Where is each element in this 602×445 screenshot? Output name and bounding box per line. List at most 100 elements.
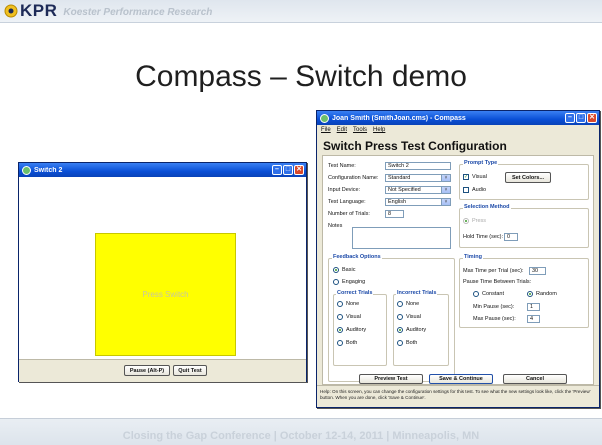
- maximize-icon[interactable]: □: [576, 113, 586, 123]
- visual-checkbox[interactable]: ✓ Visual: [463, 174, 487, 180]
- menu-file[interactable]: File: [321, 127, 331, 133]
- constant-radio[interactable]: Constant: [473, 291, 504, 297]
- press-switch-target[interactable]: Press Switch: [95, 233, 236, 356]
- menu-edit[interactable]: Edit: [337, 127, 347, 133]
- incorrect-both-radio[interactable]: Both: [397, 340, 417, 346]
- selection-method-group: [459, 208, 589, 248]
- max-pause-input[interactable]: 4: [527, 315, 540, 323]
- incorrect-auditory-radio[interactable]: Auditory: [397, 327, 426, 333]
- press-radio[interactable]: Press: [463, 218, 486, 224]
- incorrect-trials-title: Incorrect Trials: [396, 290, 438, 296]
- close-icon[interactable]: ✕: [587, 113, 597, 123]
- input-device-value: Not Specified: [388, 187, 421, 193]
- correct-visual-radio[interactable]: Visual: [337, 314, 361, 320]
- notes-textarea[interactable]: [352, 227, 451, 249]
- app-icon: [320, 113, 329, 123]
- pause-between-label: Pause Time Between Trials:: [463, 279, 532, 285]
- radio-icon: [397, 340, 403, 346]
- audio-checkbox-label: Audio: [472, 187, 487, 193]
- test-language-select[interactable]: English ˅: [385, 198, 451, 206]
- compass-window: Joan Smith (SmithJoan.cms) - Compass – □…: [316, 110, 600, 408]
- config-panel: Test Name: Switch 2 Configuration Name: …: [322, 155, 594, 385]
- radio-selected-icon: [333, 267, 339, 273]
- save-continue-button[interactable]: Save & Continue: [429, 374, 493, 384]
- press-radio-label: Press: [472, 218, 487, 224]
- selection-method-title: Selection Method: [463, 204, 511, 210]
- kpr-logo: KPR Koester Performance Research: [4, 2, 213, 19]
- minimize-icon[interactable]: –: [565, 113, 575, 123]
- kpr-logo-icon: [4, 4, 18, 18]
- radio-icon: [337, 314, 343, 320]
- input-device-label: Input Device:: [328, 187, 361, 193]
- audio-checkbox[interactable]: Audio: [463, 187, 486, 193]
- slide-header-strip: KPR Koester Performance Research: [0, 0, 602, 23]
- radio-selected-icon: [527, 291, 533, 297]
- input-device-select[interactable]: Not Specified ˅: [385, 186, 451, 194]
- correct-none-radio[interactable]: None: [337, 301, 359, 307]
- correct-both-radio[interactable]: Both: [337, 340, 357, 346]
- close-icon[interactable]: ✕: [294, 165, 304, 175]
- cancel-button[interactable]: Cancel: [503, 374, 567, 384]
- notes-label: Notes: [328, 223, 343, 229]
- chevron-down-icon: ˅: [441, 187, 450, 193]
- hold-time-label: Hold Time (sec):: [463, 234, 504, 240]
- switch-window-titlebar[interactable]: Switch 2 – □ ✕: [19, 163, 306, 177]
- number-of-trials-input[interactable]: 8: [385, 210, 404, 218]
- max-time-label: Max Time per Trial (sec):: [463, 268, 524, 274]
- set-colors-button[interactable]: Set Colors...: [505, 172, 551, 183]
- minimize-icon[interactable]: –: [272, 165, 282, 175]
- switch-window-client: Press Switch: [19, 177, 306, 381]
- slide-title: Compass – Switch demo: [135, 60, 467, 93]
- press-switch-label: Press Switch: [142, 290, 189, 299]
- test-name-label: Test Name:: [328, 163, 356, 169]
- switch-window: Switch 2 – □ ✕ Press Switch Pause (Alt-P…: [18, 162, 307, 382]
- engaging-radio[interactable]: Engaging: [333, 279, 365, 285]
- visual-checkbox-label: Visual: [472, 174, 487, 180]
- max-time-input[interactable]: 30: [529, 267, 546, 275]
- radio-icon: [337, 340, 343, 346]
- pause-button[interactable]: Pause (Alt-P): [124, 365, 170, 376]
- configuration-name-select[interactable]: Standard ˅: [385, 174, 451, 182]
- incorrect-none-label: None: [406, 301, 420, 307]
- maximize-icon[interactable]: □: [283, 165, 293, 175]
- configuration-name-value: Standard: [388, 175, 411, 181]
- help-text: Help: On this screen, you can change the…: [317, 385, 599, 407]
- compass-window-titlebar[interactable]: Joan Smith (SmithJoan.cms) - Compass – □…: [317, 111, 599, 125]
- constant-radio-label: Constant: [482, 291, 505, 297]
- radio-icon: [397, 314, 403, 320]
- correct-auditory-label: Auditory: [346, 327, 367, 333]
- checkbox-icon: [463, 187, 469, 193]
- timing-title: Timing: [463, 254, 483, 260]
- chevron-down-icon: ˅: [441, 199, 450, 205]
- radio-icon: [473, 291, 479, 297]
- incorrect-visual-radio[interactable]: Visual: [397, 314, 421, 320]
- correct-auditory-radio[interactable]: Auditory: [337, 327, 366, 333]
- radio-icon: [333, 279, 339, 285]
- test-language-value: English: [388, 199, 407, 205]
- radio-icon: [337, 301, 343, 307]
- min-pause-input[interactable]: 1: [527, 303, 540, 311]
- incorrect-both-label: Both: [406, 340, 418, 346]
- random-radio[interactable]: Random: [527, 291, 557, 297]
- compass-window-title: Joan Smith (SmithJoan.cms) - Compass: [332, 114, 466, 122]
- hold-time-input[interactable]: 0: [504, 233, 518, 241]
- radio-selected-icon: [397, 327, 403, 333]
- config-heading: Switch Press Test Configuration: [323, 139, 507, 153]
- prompt-type-title: Prompt Type: [463, 160, 499, 166]
- menu-tools[interactable]: Tools: [353, 127, 367, 133]
- correct-visual-label: Visual: [346, 314, 361, 320]
- incorrect-visual-label: Visual: [406, 314, 421, 320]
- menu-bar: File Edit Tools Help: [317, 125, 599, 135]
- logo-subtitle: Koester Performance Research: [63, 7, 213, 18]
- basic-radio[interactable]: Basic: [333, 267, 355, 273]
- chevron-down-icon: ˅: [441, 175, 450, 181]
- random-radio-label: Random: [536, 291, 557, 297]
- quit-test-button[interactable]: Quit Test: [173, 365, 207, 376]
- test-name-input[interactable]: Switch 2: [385, 162, 451, 170]
- radio-selected-icon: [337, 327, 343, 333]
- preview-test-button[interactable]: Preview Test: [359, 374, 423, 384]
- min-pause-label: Min Pause (sec):: [473, 304, 515, 310]
- menu-help[interactable]: Help: [373, 127, 385, 133]
- incorrect-none-radio[interactable]: None: [397, 301, 419, 307]
- switch-window-button-bar: Pause (Alt-P) Quit Test: [19, 359, 306, 382]
